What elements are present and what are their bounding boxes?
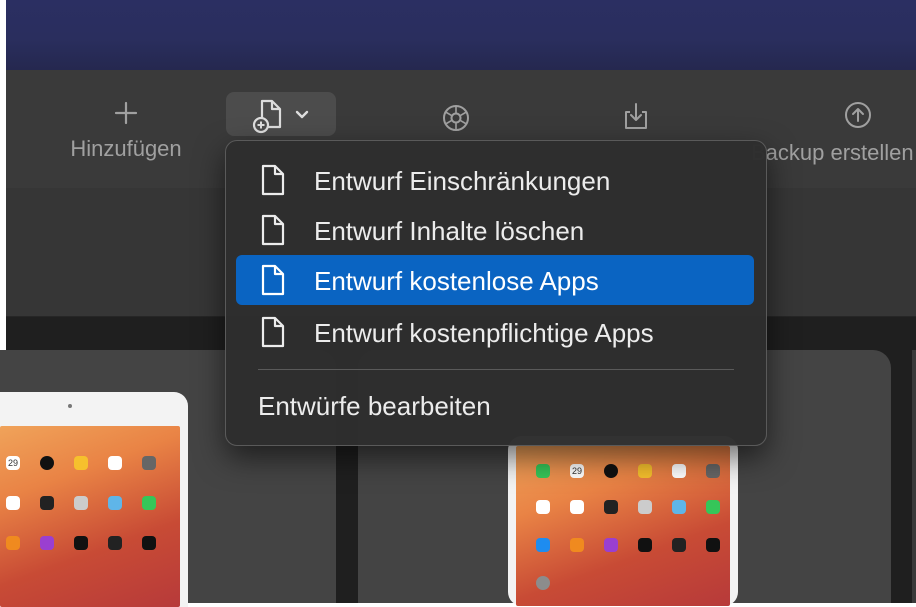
messages-app-icon	[706, 500, 720, 514]
stocks-app-icon	[108, 536, 122, 550]
contacts-app-icon	[74, 496, 88, 510]
books-app-icon	[6, 536, 20, 550]
document-icon	[261, 316, 285, 348]
export-button[interactable]	[606, 100, 666, 132]
menu-item-label: Entwurf kostenpflichtige Apps	[314, 318, 654, 348]
plus-icon	[114, 101, 138, 125]
camera-app-icon	[142, 456, 156, 470]
settings-app-icon	[536, 576, 550, 590]
facetime-app-icon	[142, 496, 156, 510]
backup-button[interactable]: Backup erstellen	[751, 100, 916, 166]
menu-item-edit-drafts[interactable]: Entwürfe bearbeiten	[258, 391, 491, 422]
notes-app-icon	[570, 500, 584, 514]
app-store-icon	[536, 538, 550, 552]
ipad-left-screen: 29	[0, 426, 180, 607]
profile-dropdown-menu: Entwurf Einschränkungen Entwurf Inhalte …	[225, 140, 767, 446]
wallet-app-icon	[706, 538, 720, 552]
window-titlebar	[6, 0, 916, 71]
add-document-icon	[252, 99, 282, 134]
menu-item-label: Entwurf Inhalte löschen	[314, 216, 585, 246]
document-icon	[261, 214, 285, 246]
add-button-label: Hinzufügen	[70, 136, 182, 161]
books-app-icon	[570, 538, 584, 552]
reminders-app-icon	[6, 496, 20, 510]
ipad-right: 29	[508, 436, 738, 606]
document-icon	[261, 164, 285, 196]
calendar-app-icon: 29	[570, 464, 584, 478]
ipad-right-screen: 29	[516, 446, 730, 606]
voice-memo-app-icon	[40, 496, 54, 510]
menu-item-label: Entwurf kostenlose Apps	[314, 266, 599, 296]
backup-button-label: Backup erstellen	[751, 140, 914, 165]
gear-icon	[443, 105, 469, 131]
notes-app-icon	[74, 456, 88, 470]
photos-app-icon	[672, 464, 686, 478]
device-card-edge	[912, 350, 916, 603]
facetime-app-icon	[536, 464, 550, 478]
menu-item-restrictions[interactable]: Entwurf Einschränkungen	[236, 155, 754, 205]
photos-app-icon	[108, 456, 122, 470]
stocks-app-icon	[672, 538, 686, 552]
clock-app-icon	[604, 464, 618, 478]
arrow-up-circle-icon	[845, 102, 871, 128]
wallet-app-icon	[142, 536, 156, 550]
camera-dot	[68, 404, 72, 408]
calendar-app-icon: 29	[6, 456, 20, 470]
menu-separator	[258, 369, 734, 370]
camera-app-icon	[706, 464, 720, 478]
settings-button[interactable]	[426, 100, 486, 136]
contacts-app-icon	[638, 500, 652, 514]
document-icon	[261, 264, 285, 296]
voice-memo-app-icon	[604, 500, 618, 514]
clock-app-icon	[40, 456, 54, 470]
profile-menu-button[interactable]	[226, 92, 336, 136]
download-tray-icon	[625, 103, 647, 129]
menu-item-paid-apps[interactable]: Entwurf kostenpflichtige Apps	[236, 307, 754, 357]
add-button[interactable]: Hinzufügen	[56, 100, 196, 162]
tv-app-icon	[638, 538, 652, 552]
reminders-app-icon	[536, 500, 550, 514]
ipad-left: 29	[0, 392, 188, 607]
chevron-down-icon	[295, 110, 309, 119]
menu-item-free-apps[interactable]: Entwurf kostenlose Apps	[236, 255, 754, 305]
podcasts-app-icon	[40, 536, 54, 550]
maps-app-icon	[108, 496, 122, 510]
maps-app-icon	[672, 500, 686, 514]
podcasts-app-icon	[604, 538, 618, 552]
menu-item-erase-content[interactable]: Entwurf Inhalte löschen	[236, 205, 754, 255]
tv-app-icon	[74, 536, 88, 550]
menu-item-label: Entwurf Einschränkungen	[314, 166, 611, 196]
notes-app-icon	[638, 464, 652, 478]
